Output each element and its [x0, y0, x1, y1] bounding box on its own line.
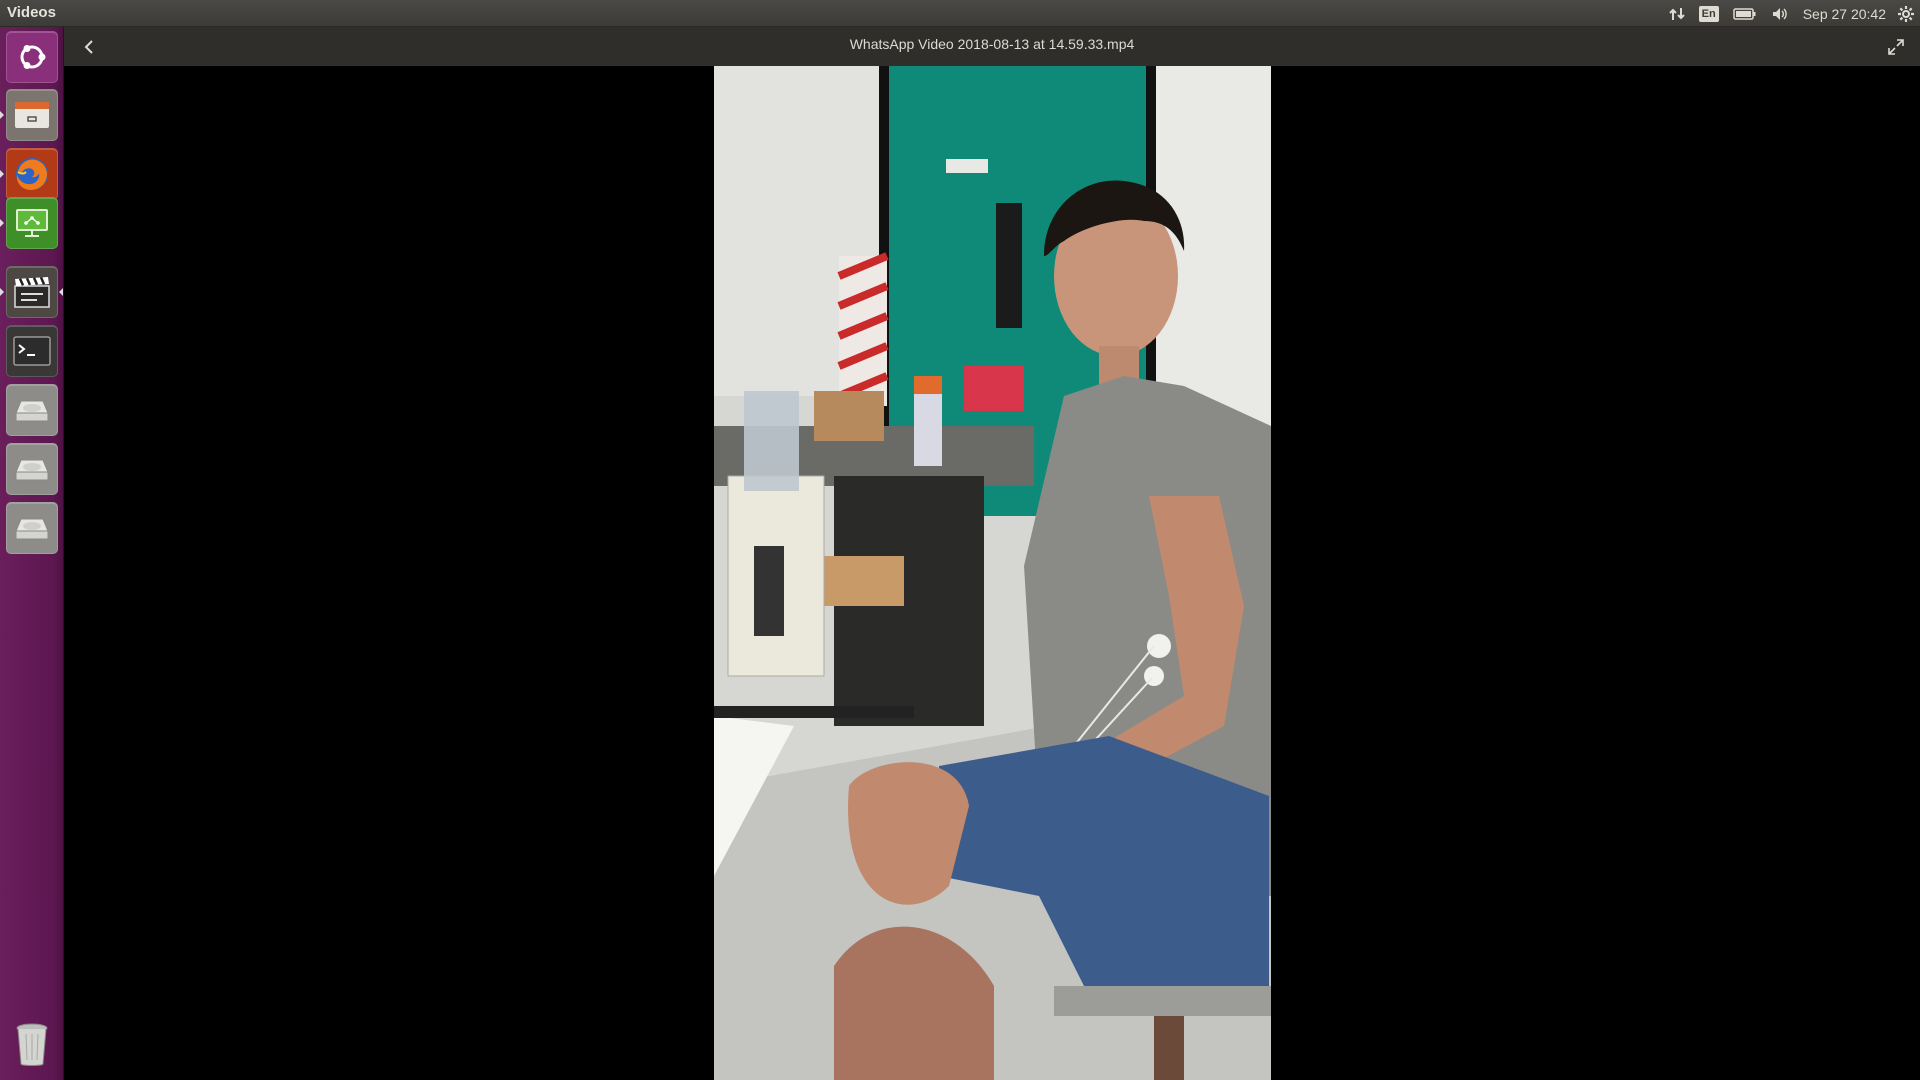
- clock[interactable]: Sep 27 20:42: [1803, 6, 1886, 22]
- settings-gear-icon[interactable]: [1898, 5, 1914, 22]
- video-content-illustration: [714, 66, 1271, 1080]
- drive-icon[interactable]: [6, 384, 58, 436]
- videos-clapperboard-icon[interactable]: [6, 266, 58, 318]
- terminal-icon[interactable]: [6, 325, 58, 377]
- video-header-bar: WhatsApp Video 2018-08-13 at 14.59.33.mp…: [64, 27, 1920, 67]
- indicator-area: En Sep 27 20:42: [1668, 0, 1920, 27]
- firefox-icon[interactable]: [6, 148, 58, 200]
- fullscreen-button[interactable]: [1884, 35, 1908, 59]
- video-title: WhatsApp Video 2018-08-13 at 14.59.33.mp…: [849, 36, 1135, 52]
- trash-icon[interactable]: [6, 1019, 58, 1071]
- running-indicator: [0, 219, 4, 227]
- top-panel: Videos En Sep 27 20:42: [0, 0, 1920, 27]
- video-frame[interactable]: [714, 66, 1271, 1080]
- launcher: [0, 27, 64, 1080]
- video-area[interactable]: [64, 66, 1920, 1080]
- keyboard-language-icon[interactable]: En: [1698, 5, 1719, 22]
- running-indicator: [0, 111, 4, 119]
- drive-icon[interactable]: [6, 443, 58, 495]
- focused-indicator: [59, 288, 63, 296]
- language-label: En: [1698, 5, 1719, 22]
- remote-desktop-icon[interactable]: [6, 197, 58, 249]
- ubuntu-dash-icon[interactable]: [6, 31, 58, 83]
- drive-icon[interactable]: [6, 502, 58, 554]
- battery-icon[interactable]: [1732, 7, 1757, 21]
- running-indicator: [0, 288, 4, 296]
- app-menu-title[interactable]: Videos: [7, 4, 56, 21]
- running-indicator: [0, 170, 4, 178]
- fullscreen-icon: [1888, 39, 1904, 55]
- network-icon[interactable]: [1668, 6, 1685, 22]
- files-icon[interactable]: [6, 89, 58, 141]
- volume-icon[interactable]: [1771, 6, 1789, 22]
